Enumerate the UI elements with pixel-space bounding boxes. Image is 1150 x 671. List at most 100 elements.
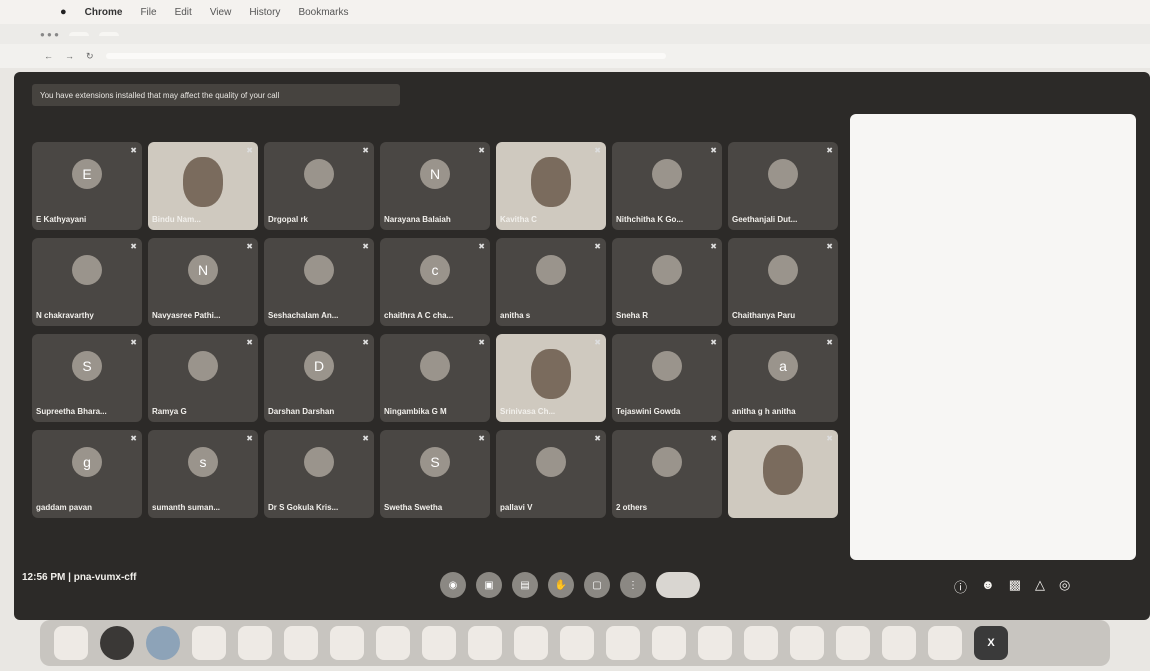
meeting-time-code: 12:56 PM | pna-vumx-cff xyxy=(22,572,137,583)
app-icon[interactable] xyxy=(100,626,134,660)
participant-tile[interactable]: ✖ Tejaswini Gowda xyxy=(612,334,722,422)
raise-hand-icon[interactable]: ✋ xyxy=(548,572,574,598)
participant-tile[interactable]: ✖ Seshachalam An... xyxy=(264,238,374,326)
participant-tile[interactable]: S ✖ Swetha Swetha xyxy=(380,430,490,518)
participant-tile[interactable]: ✖ Kavitha C xyxy=(496,142,606,230)
right-controls: ⓘ ☻ ▩ △ ◎ xyxy=(954,577,1070,596)
participant-tile[interactable]: a ✖ anitha g h anitha xyxy=(728,334,838,422)
participant-name: Darshan Darshan xyxy=(268,407,335,416)
captions-icon[interactable]: ▤ xyxy=(512,572,538,598)
app-icon[interactable] xyxy=(606,626,640,660)
participant-tile[interactable]: g ✖ gaddam pavan xyxy=(32,430,142,518)
app-icon[interactable] xyxy=(330,626,364,660)
menu-history[interactable]: History xyxy=(249,7,280,18)
menu-edit[interactable]: Edit xyxy=(175,7,192,18)
launchpad-icon[interactable] xyxy=(146,626,180,660)
participant-tile[interactable]: ✖ Nithchitha K Go... xyxy=(612,142,722,230)
participant-tile[interactable]: ✖ pallavi V xyxy=(496,430,606,518)
participant-tile[interactable]: ✖ Bindu Nam... xyxy=(148,142,258,230)
participant-tile[interactable]: ✖ anitha s xyxy=(496,238,606,326)
app-icon[interactable] xyxy=(422,626,456,660)
participant-tile[interactable]: D ✖ Darshan Darshan xyxy=(264,334,374,422)
camera-icon[interactable]: ▣ xyxy=(476,572,502,598)
end-call-button[interactable] xyxy=(656,572,700,598)
mic-off-icon: ✖ xyxy=(710,434,717,443)
excel-icon[interactable]: X xyxy=(974,626,1008,660)
participant-tile[interactable]: s ✖ sumanth suman... xyxy=(148,430,258,518)
participant-name: Narayana Balaiah xyxy=(384,215,451,224)
meet-window: You have extensions installed that may a… xyxy=(14,72,1150,620)
people-icon[interactable]: ☻ xyxy=(981,577,995,596)
participant-name: gaddam pavan xyxy=(36,503,93,512)
more-options-icon[interactable]: ⋮ xyxy=(620,572,646,598)
participant-grid: E ✖ E Kathyayani ✖ Bindu Nam... ✖ Drgopal rk N ✖… xyxy=(32,142,842,522)
participant-name: pallavi V xyxy=(500,503,533,512)
browser-tab[interactable] xyxy=(68,32,89,36)
participant-tile[interactable]: ✖ xyxy=(728,430,838,518)
app-icon[interactable] xyxy=(698,626,732,660)
participant-name: Bindu Nam... xyxy=(152,215,201,224)
app-icon[interactable] xyxy=(744,626,778,660)
app-icon[interactable] xyxy=(514,626,548,660)
participant-name: anitha g h anitha xyxy=(732,407,796,416)
participant-tile[interactable]: N ✖ Narayana Balaiah xyxy=(380,142,490,230)
avatar: S xyxy=(72,350,102,381)
participant-name: N chakravarthy xyxy=(36,311,94,320)
avatar xyxy=(420,350,450,381)
address-bar-row: ← → ↻ xyxy=(0,44,1150,68)
mic-off-icon: ✖ xyxy=(246,338,253,347)
url-field[interactable] xyxy=(105,53,666,59)
app-icon[interactable] xyxy=(284,626,318,660)
present-icon[interactable]: ▢ xyxy=(584,572,610,598)
participant-tile[interactable]: ✖ Drgopal rk xyxy=(264,142,374,230)
avatar: N xyxy=(188,254,218,285)
app-icon[interactable] xyxy=(560,626,594,660)
mic-off-icon: ✖ xyxy=(594,242,601,251)
participant-tile[interactable]: ✖ Chaithanya Paru xyxy=(728,238,838,326)
participant-name: Seshachalam An... xyxy=(268,311,339,320)
mic-off-icon: ✖ xyxy=(130,338,137,347)
avatar xyxy=(652,446,682,477)
app-icon[interactable] xyxy=(192,626,226,660)
participant-tile[interactable]: c ✖ chaithra A C cha... xyxy=(380,238,490,326)
participant-tile[interactable]: N ✖ Navyasree Pathi... xyxy=(148,238,258,326)
menu-app-name[interactable]: Chrome xyxy=(85,7,123,18)
mic-off-icon: ✖ xyxy=(478,146,485,155)
participant-tile[interactable]: ✖ Ningambika G M xyxy=(380,334,490,422)
app-icon[interactable] xyxy=(790,626,824,660)
info-icon[interactable]: ⓘ xyxy=(954,577,967,596)
participant-tile[interactable]: ✖ 2 others xyxy=(612,430,722,518)
app-icon[interactable] xyxy=(882,626,916,660)
app-icon[interactable] xyxy=(468,626,502,660)
app-icon[interactable] xyxy=(652,626,686,660)
chat-icon[interactable]: ▩ xyxy=(1009,577,1021,596)
participant-tile[interactable]: ✖ Sneha R xyxy=(612,238,722,326)
activities-icon[interactable]: △ xyxy=(1035,577,1045,596)
menu-view[interactable]: View xyxy=(210,7,232,18)
app-icon[interactable] xyxy=(376,626,410,660)
browser-tab[interactable] xyxy=(98,32,119,36)
finder-icon[interactable] xyxy=(54,626,88,660)
participant-tile[interactable]: ✖ Dr S Gokula Kris... xyxy=(264,430,374,518)
participant-tile[interactable]: E ✖ E Kathyayani xyxy=(32,142,142,230)
participant-name: Tejaswini Gowda xyxy=(616,407,681,416)
window-controls[interactable]: ● ● ● xyxy=(40,30,59,39)
app-icon[interactable] xyxy=(238,626,272,660)
back-icon[interactable]: ← xyxy=(44,51,53,61)
reload-icon[interactable]: ↻ xyxy=(86,51,94,62)
participant-tile[interactable]: ✖ Geethanjali Dut... xyxy=(728,142,838,230)
menu-bookmarks[interactable]: Bookmarks xyxy=(298,7,348,18)
app-icon[interactable] xyxy=(836,626,870,660)
mic-icon[interactable]: ◉ xyxy=(440,572,466,598)
avatar xyxy=(304,254,334,285)
participant-name: Chaithanya Paru xyxy=(732,311,796,320)
participant-tile[interactable]: ✖ Ramya G xyxy=(148,334,258,422)
participant-tile[interactable]: S ✖ Supreetha Bhara... xyxy=(32,334,142,422)
participant-tile[interactable]: ✖ N chakravarthy xyxy=(32,238,142,326)
apple-icon[interactable]: ● xyxy=(60,6,67,18)
menu-file[interactable]: File xyxy=(140,7,156,18)
forward-icon[interactable]: → xyxy=(65,51,74,61)
participant-tile[interactable]: ✖ Srinivasa Ch... xyxy=(496,334,606,422)
app-icon[interactable] xyxy=(928,626,962,660)
host-controls-icon[interactable]: ◎ xyxy=(1059,577,1070,596)
